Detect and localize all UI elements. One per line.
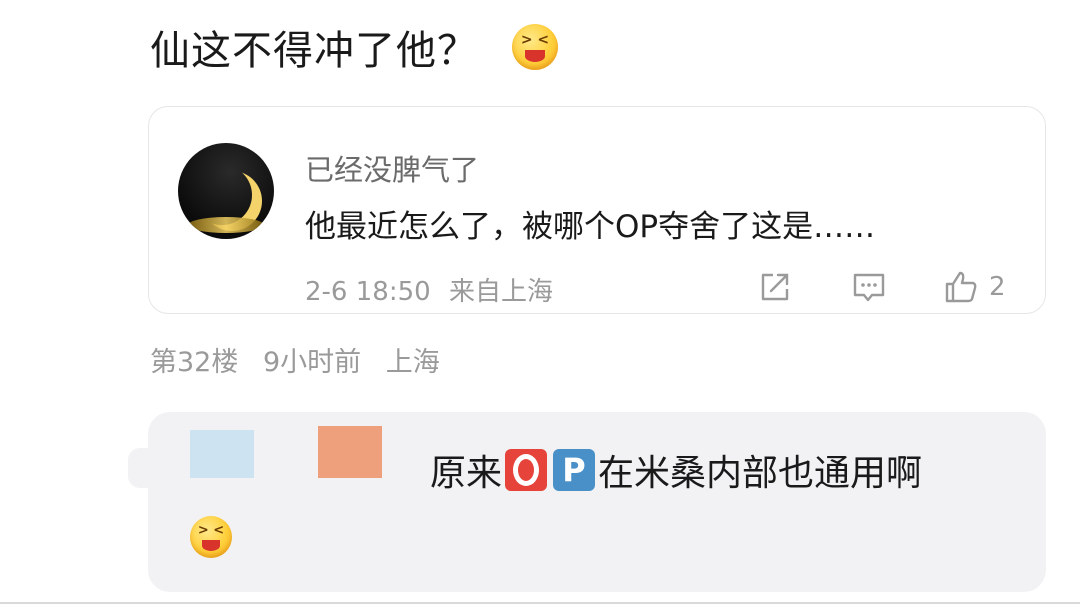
p-button-emoji-icon: P [553,449,596,491]
o-button-emoji-icon [505,449,548,491]
floor-time: 9小时前 [262,347,362,378]
thumbs-up-icon [945,271,977,303]
post-text: 仙这不得冲了他？ [150,28,478,74]
grinning-squint-emoji-icon [512,24,558,70]
like-button[interactable]: 2 [943,269,1006,305]
avatar-water-glow [188,217,264,233]
quote-location: 来自上海 [448,277,553,307]
reply-text-after: 在米桑内部也通用啊 [598,453,923,494]
post-text-line: 仙这不得冲了他？ [150,20,558,74]
comment-icon [853,273,885,302]
share-icon [761,273,789,301]
share-button[interactable] [757,269,793,305]
quoted-comment-card[interactable]: 已经没脾气了 他最近怎么了，被哪个OP夺舍了这是…… 2-6 18:50 来自上… [148,106,1046,314]
redacted-username [318,426,382,478]
reply-text: 原来 P 在米桑内部也通用啊 [430,444,922,496]
quote-meta: 2-6 18:50 来自上海 [305,271,553,308]
reply-text-before: 原来 [430,453,503,494]
avatar[interactable] [178,143,274,239]
floor-meta: 第32楼 9小时前 上海 [150,340,440,379]
floor-location: 上海 [385,347,440,378]
reply-bubble[interactable]: 原来 P 在米桑内部也通用啊 [128,412,1046,592]
grinning-squint-emoji-icon [190,516,232,558]
quote-body: 他最近怎么了，被哪个OP夺舍了这是…… [305,209,876,245]
quote-time: 2-6 18:50 [305,277,431,307]
quote-username[interactable]: 已经没脾气了 [305,147,479,189]
floor-number: 第32楼 [150,347,239,378]
comment-thread: 仙这不得冲了他？ 已经没脾气了 他最近怎么了，被哪个OP夺舍了这是…… 2-6 … [0,0,1080,604]
redacted-avatar [190,430,254,478]
comment-button[interactable] [851,269,887,305]
like-count: 2 [989,272,1006,302]
moon-icon [192,165,252,225]
